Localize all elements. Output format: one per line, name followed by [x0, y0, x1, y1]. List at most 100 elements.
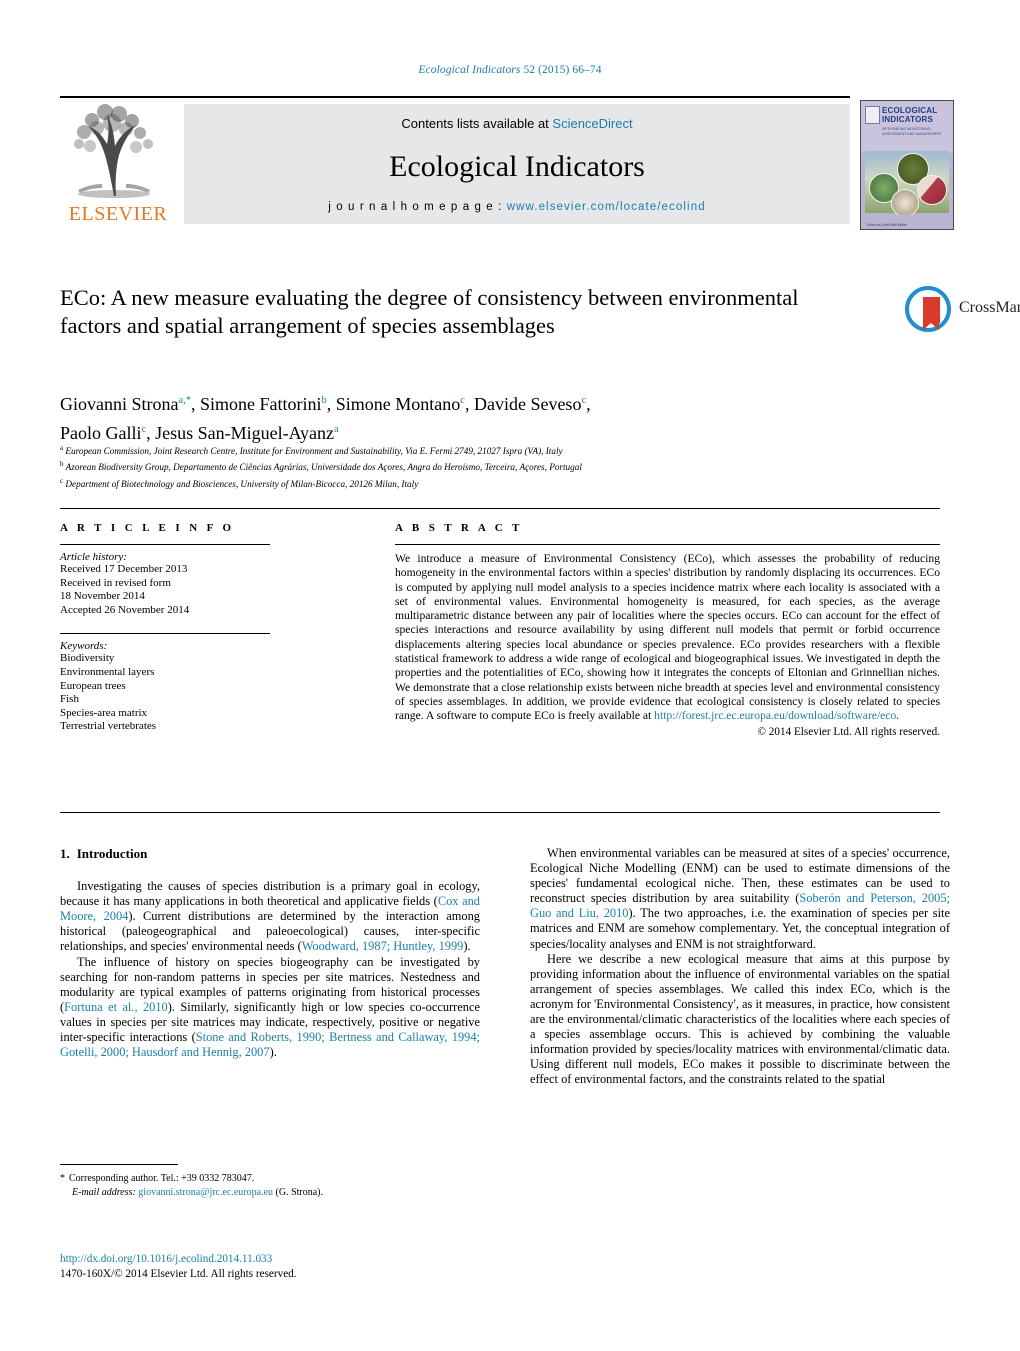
article-history-item: 18 November 2014	[60, 590, 145, 603]
keyword-item: Terrestrial vertebrates	[60, 720, 157, 733]
author-line-break-comma: ,	[586, 394, 591, 414]
running-head-volume: 52 (2015) 66–74	[520, 64, 602, 76]
author-4: , Davide Seveso	[464, 394, 582, 414]
article-info-heading: A R T I C L E I N F O	[60, 522, 235, 534]
keyword-item: Environmental layers	[60, 665, 155, 678]
email-link[interactable]: giovanni.strona@jrc.ec.europa.eu	[138, 1187, 273, 1198]
author-list: Giovanni Stronaa,*, Simone Fattorinib, S…	[60, 388, 820, 446]
homepage-url-link[interactable]: www.elsevier.com/locate/ecolind	[507, 201, 706, 213]
body-column-right: When environmental variables can be meas…	[530, 846, 950, 1088]
author-6-affiliation-marker: a	[334, 424, 339, 435]
paragraph: Here we describe a new ecological measur…	[530, 952, 950, 1088]
cover-circle-rock	[917, 175, 947, 205]
paragraph-text: Here we describe a new ecological measur…	[530, 951, 950, 1087]
affiliation-text: European Commission, Joint Research Cent…	[65, 446, 563, 457]
author-6: , Jesus San-Miguel-Ayanz	[146, 423, 334, 443]
issn-copyright-line: 1470-160X/© 2014 Elsevier Ltd. All right…	[60, 1267, 297, 1280]
journal-cover-thumbnail: ECOLOGICAL INDICATORS INTEGRATING MONITO…	[860, 100, 954, 230]
author-1: Giovanni Strona	[60, 394, 179, 414]
section-number: 1.	[60, 846, 70, 861]
footnote-line-2: E-mail address: giovanni.strona@jrc.ec.e…	[60, 1186, 490, 1200]
affiliation-text: Department of Biotechnology and Bioscien…	[65, 478, 419, 489]
body-column-left: 1. Introduction Investigating the causes …	[60, 846, 480, 1060]
running-head-journal: Ecological Indicators	[418, 64, 521, 76]
doi-block: http://dx.doi.org/10.1016/j.ecolind.2014…	[60, 1252, 490, 1281]
footnote-rule	[60, 1164, 178, 1165]
abstract-copyright: © 2014 Elsevier Ltd. All rights reserved…	[757, 725, 941, 738]
corresponding-author-footnote: * Corresponding author. Tel.: +39 0332 78…	[60, 1172, 490, 1199]
homepage-label: j o u r n a l h o m e p a g e :	[328, 201, 507, 213]
keyword-item: Species-area matrix	[60, 706, 148, 719]
contents-available-line: Contents lists available at ScienceDirec…	[184, 116, 850, 131]
cover-elsevier-mark	[865, 106, 880, 124]
affiliation-item: c Department of Biotechnology and Biosci…	[60, 475, 860, 491]
article-history-label: Article history:	[60, 551, 127, 563]
cover-title: ECOLOGICAL INDICATORS	[882, 106, 938, 124]
email-suffix: (G. Strona).	[273, 1186, 324, 1198]
footnote-corresponding-text: Corresponding author. Tel.: +39 0332 783…	[69, 1173, 255, 1184]
footnote-line-1: * Corresponding author. Tel.: +39 0332 78…	[60, 1172, 490, 1186]
paragraph: Investigating the causes of species dist…	[60, 879, 480, 954]
doi-link[interactable]: http://dx.doi.org/10.1016/j.ecolind.2014…	[60, 1252, 490, 1267]
crossmark-icon	[905, 286, 951, 332]
abstract-heading: A B S T R A C T	[395, 522, 523, 534]
journal-masthead: ELSEVIER Contents lists available at Sci…	[60, 96, 960, 230]
author-3: , Simone Montano	[326, 394, 461, 414]
affiliation-text: Azorean Biodiversity Group, Departamento…	[65, 462, 582, 473]
paragraph: When environmental variables can be meas…	[530, 846, 950, 952]
abstract-column: A B S T R A C T We introduce a measure o…	[395, 522, 940, 738]
abstract-software-link[interactable]: http://forest.jrc.ec.europa.eu/download/…	[654, 709, 896, 722]
abstract-band-top-rule	[60, 508, 940, 509]
cover-photo-montage	[865, 151, 949, 217]
paragraph-text: ).	[463, 939, 471, 954]
article-history-item: Received 17 December 2013	[60, 563, 188, 575]
paragraph-text: ).	[269, 1045, 277, 1060]
paragraph: The influence of history on species biog…	[60, 955, 480, 1061]
citation-link[interactable]: Woodward, 1987; Huntley, 1999	[302, 939, 464, 953]
affiliation-list: a European Commission, Joint Research Ce…	[60, 442, 860, 491]
abstract-band-bottom-rule	[60, 812, 940, 813]
journal-header-box: Contents lists available at ScienceDirec…	[184, 104, 850, 224]
journal-title: Ecological Indicators	[389, 150, 645, 183]
keywords-rule	[60, 633, 270, 635]
author-2: , Simone Fattorini	[191, 394, 322, 414]
crossmark-bookmark-icon	[923, 297, 940, 330]
section-heading-introduction: 1. Introduction	[60, 846, 480, 861]
keyword-item: European trees	[60, 679, 126, 692]
affiliation-marker: a	[60, 444, 64, 452]
citation-link[interactable]: Fortuna et al., 2010	[64, 1000, 168, 1014]
elsevier-tree-icon	[74, 104, 153, 198]
elsevier-wordmark: ELSEVIER	[68, 203, 168, 225]
journal-homepage-line: j o u r n a l h o m e p a g e : www.else…	[184, 201, 850, 213]
journal-article-page: Ecological Indicators 52 (2015) 66–74 EL…	[0, 0, 1020, 1351]
article-info-column: A R T I C L E I N F O Article history: R…	[60, 522, 275, 734]
cover-subtitle: INTEGRATING MONITORING, ASSESSMENT AND M…	[882, 127, 942, 136]
abstract-body: We introduce a measure of Environmental …	[395, 552, 940, 724]
crossmark-badge[interactable]: CrossMark	[905, 286, 1020, 338]
keywords-label: Keywords:	[60, 640, 108, 653]
author-1-affiliation-marker: a,*	[178, 395, 192, 406]
affiliation-marker: c	[60, 476, 64, 485]
cover-circle-sand	[891, 189, 919, 217]
masthead-divider	[60, 96, 850, 98]
article-history-item: Received in revised form	[60, 576, 171, 589]
footnote-asterisk: *	[60, 1173, 65, 1184]
article-info-rule	[60, 544, 270, 545]
abstract-rule	[395, 544, 940, 545]
keyword-item: Biodiversity	[60, 652, 115, 665]
section-title: Introduction	[76, 846, 148, 861]
paragraph-text: Investigating the causes of species dist…	[60, 879, 480, 909]
cover-footer-text: Editor-in-Chief Felix Müller	[867, 222, 907, 227]
email-label: E-mail address:	[72, 1186, 136, 1198]
keyword-item: Fish	[60, 693, 79, 706]
article-history-item: Accepted 26 November 2014	[60, 603, 190, 616]
affiliation-item: a European Commission, Joint Research Ce…	[60, 442, 860, 458]
sciencedirect-link[interactable]: ScienceDirect	[552, 116, 632, 131]
author-5: Paolo Galli	[60, 423, 142, 443]
abstract-text: We introduce a measure of Environmental …	[395, 552, 940, 723]
affiliation-marker: b	[60, 460, 64, 469]
abstract-text-end: .	[896, 709, 900, 723]
affiliation-item: b Azorean Biodiversity Group, Departamen…	[60, 458, 860, 474]
contents-prefix: Contents lists available at	[401, 116, 553, 131]
page-title: ECo: A new measure evaluating the degree…	[60, 285, 799, 338]
